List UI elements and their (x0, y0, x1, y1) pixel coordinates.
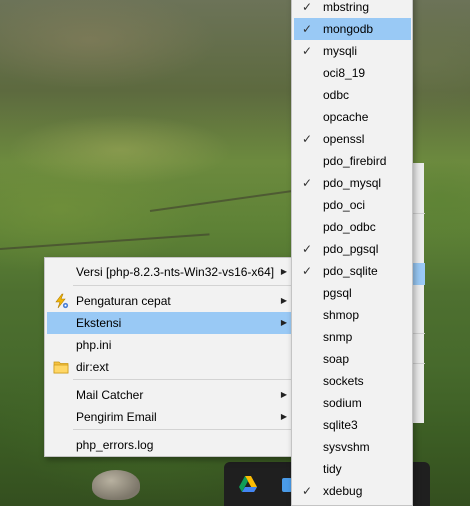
boulder (92, 470, 140, 500)
extension-label: mysqli (323, 44, 358, 58)
menu-item-label: Pengirim Email (76, 410, 157, 424)
menu-item-versi-php-8-2-3-nts-win32-vs16-x64[interactable]: Versi [php-8.2.3-nts-Win32-vs16-x64] ▶ (47, 261, 293, 283)
extension-item-pdo-pgsql[interactable]: ✓ pdo_pgsql (294, 238, 411, 260)
extension-label: xdebug (323, 484, 363, 498)
checkmark-icon: ✓ (302, 264, 313, 278)
menu-item-pengaturan-cepat[interactable]: Pengaturan cepat ▶ (47, 290, 293, 312)
checkmark-icon: ✓ (302, 484, 313, 498)
extension-item-sqlite3[interactable]: sqlite3 (294, 414, 411, 436)
extension-item-pdo-sqlite[interactable]: ✓ pdo_sqlite (294, 260, 411, 282)
extension-item-sockets[interactable]: sockets (294, 370, 411, 392)
extension-label: pdo_sqlite (323, 264, 378, 278)
extension-label: odbc (323, 88, 350, 102)
extension-item-openssl[interactable]: ✓ openssl (294, 128, 411, 150)
extension-label: sockets (323, 374, 364, 388)
extension-label: pdo_pgsql (323, 242, 379, 256)
extension-label: pgsql (323, 286, 352, 300)
extension-label: sodium (323, 396, 362, 410)
checkmark-icon: ✓ (302, 44, 313, 58)
extension-label: tidy (323, 462, 342, 476)
menu-item-label: Ekstensi (76, 316, 122, 330)
extension-item-sysvshm[interactable]: sysvshm (294, 436, 411, 458)
extension-item-snmp[interactable]: snmp (294, 326, 411, 348)
extension-item-shmop[interactable]: shmop (294, 304, 411, 326)
extension-item-mbstring[interactable]: ✓ mbstring (294, 0, 411, 18)
stone-wall (0, 233, 210, 250)
menu-item-label: Pengaturan cepat (76, 294, 171, 308)
extension-item-opcache[interactable]: opcache (294, 106, 411, 128)
extension-label: shmop (323, 308, 360, 322)
extension-item-xdebug[interactable]: ✓ xdebug (294, 480, 411, 502)
menu-separator (73, 429, 293, 430)
extension-item-mongodb[interactable]: ✓ mongodb (294, 18, 411, 40)
menu-item-label: Versi [php-8.2.3-nts-Win32-vs16-x64] (76, 265, 275, 279)
submenu-arrow-icon: ▶ (280, 412, 287, 421)
menu-item-label: php_errors.log (76, 438, 154, 452)
extension-label: pdo_firebird (323, 154, 387, 168)
checkmark-icon: ✓ (302, 0, 313, 14)
extension-item-pdo-mysql[interactable]: ✓ pdo_mysql (294, 172, 411, 194)
folder-icon (53, 361, 69, 374)
menu-item-php-errors-log[interactable]: php_errors.log (47, 434, 293, 456)
extension-label: soap (323, 352, 350, 366)
menu-item-mail-catcher[interactable]: Mail Catcher ▶ (47, 384, 293, 406)
extension-label: sqlite3 (323, 418, 358, 432)
menu-item-dir-ext[interactable]: dir:ext (47, 356, 293, 378)
extension-label: oci8_19 (323, 66, 366, 80)
menu-item-label: dir:ext (76, 360, 109, 374)
checkmark-icon: ✓ (302, 176, 313, 190)
menu-separator (73, 379, 293, 380)
extension-item-soap[interactable]: soap (294, 348, 411, 370)
extension-label: openssl (323, 132, 365, 146)
context-menu: Versi [php-8.2.3-nts-Win32-vs16-x64] ▶ Pen… (44, 257, 296, 457)
extension-label: pdo_oci (323, 198, 366, 212)
submenu-arrow-icon: ▶ (280, 296, 287, 305)
extension-item-oci8-19[interactable]: oci8_19 (294, 62, 411, 84)
extension-label: opcache (323, 110, 369, 124)
checkmark-icon: ✓ (302, 132, 313, 146)
extension-item-pgsql[interactable]: pgsql (294, 282, 411, 304)
extension-item-pdo-odbc[interactable]: pdo_odbc (294, 216, 411, 238)
menu-item-php-ini[interactable]: php.ini (47, 334, 293, 356)
google-drive-icon[interactable] (238, 474, 258, 494)
extension-label: mongodb (323, 22, 374, 36)
submenu-arrow-icon: ▶ (280, 318, 287, 327)
submenu-arrow-icon: ▶ (280, 390, 287, 399)
extension-item-tidy[interactable]: tidy (294, 458, 411, 480)
extension-item-mysqli[interactable]: ✓ mysqli (294, 40, 411, 62)
extension-item-pdo-firebird[interactable]: pdo_firebird (294, 150, 411, 172)
lightning-gear-icon (55, 293, 69, 309)
menu-item-ekstensi[interactable]: Ekstensi ▶ (47, 312, 293, 334)
extension-label: pdo_odbc (323, 220, 376, 234)
menu-item-label: Mail Catcher (76, 388, 144, 402)
background-window-edge (412, 163, 425, 423)
extension-label: sysvshm (323, 440, 370, 454)
extension-item-sodium[interactable]: sodium (294, 392, 411, 414)
submenu-arrow-icon: ▶ (280, 267, 287, 276)
extension-label: pdo_mysql (323, 176, 382, 190)
menu-item-label: php.ini (76, 338, 112, 352)
extension-label: mbstring (323, 0, 370, 14)
extension-label: snmp (323, 330, 353, 344)
menu-item-pengirim-email[interactable]: Pengirim Email ▶ (47, 406, 293, 428)
extension-item-pdo-oci[interactable]: pdo_oci (294, 194, 411, 216)
checkmark-icon: ✓ (302, 22, 313, 36)
extension-item-odbc[interactable]: odbc (294, 84, 411, 106)
menu-separator (73, 285, 293, 286)
checkmark-icon: ✓ (302, 242, 313, 256)
extensions-submenu: ✓ mbstring ✓ mongodb ✓ mysqli oci8_19odbc opcac… (291, 0, 413, 506)
